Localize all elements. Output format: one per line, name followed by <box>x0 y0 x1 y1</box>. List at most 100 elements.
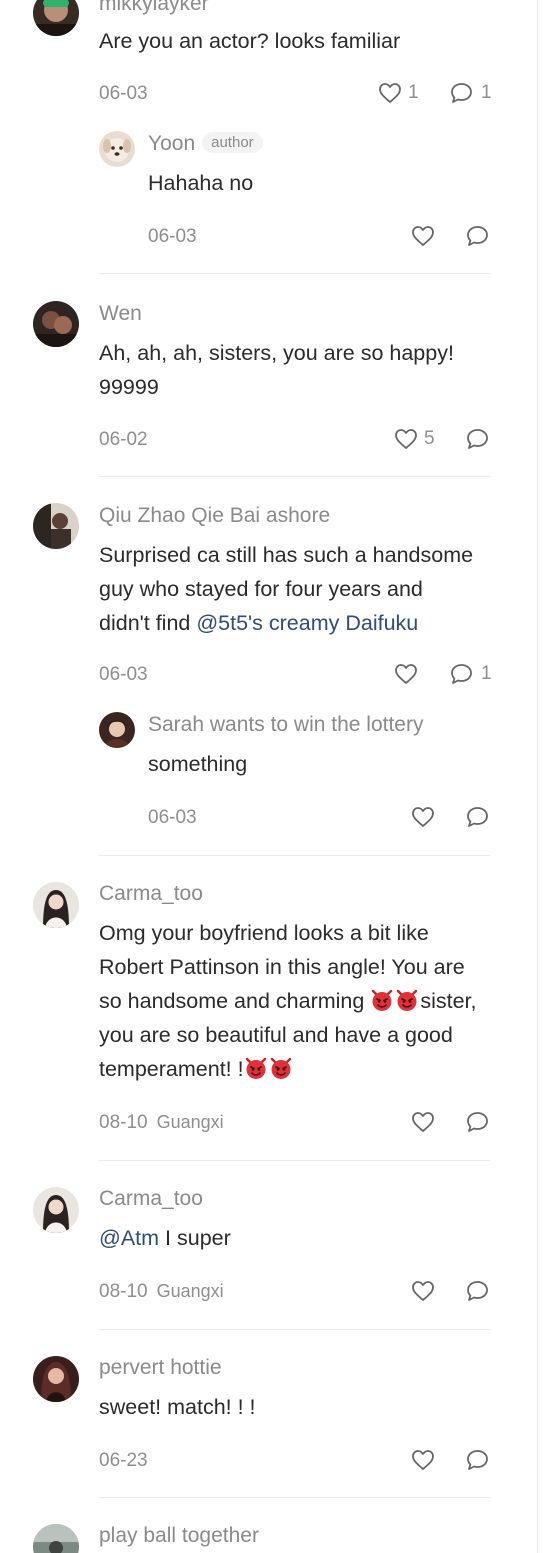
divider <box>99 1497 490 1498</box>
like-button[interactable]: 1 <box>378 82 419 104</box>
reply-count: 1 <box>481 82 492 103</box>
comment-date: 06-23 <box>99 1450 148 1472</box>
text-line: Surprised ca still has such a handsome <box>99 543 474 567</box>
comment-item: Carma_too @Atm I super 08-10 Guangxi <box>0 1176 540 1330</box>
comment-item: pervert hottie sweet! match! ! ! 06-23 <box>0 1345 540 1498</box>
like-button[interactable] <box>411 1449 435 1471</box>
text-line: temperament! ! <box>99 1052 519 1086</box>
reply-button[interactable] <box>466 225 489 247</box>
speech-bubble-outline-icon <box>467 1450 488 1470</box>
devil-face-emoji <box>270 1057 291 1079</box>
reply-item: Yoon author Hahaha no 06-03 <box>0 120 540 274</box>
text-line: 99999 <box>99 375 159 399</box>
text-line: guy who stayed for four years and <box>99 577 423 601</box>
date-text: 06-03 <box>148 807 197 828</box>
location-text: Guangxi <box>156 1281 224 1301</box>
reply-item: Sarah wants to win the lottery something… <box>0 702 540 857</box>
text-span: I super <box>159 1226 231 1250</box>
text-span: sister, <box>420 989 477 1013</box>
like-button[interactable]: 5 <box>394 428 435 450</box>
speech-bubble-outline-icon <box>467 1281 488 1301</box>
heart-outline-icon <box>412 807 434 827</box>
like-button[interactable] <box>411 1280 435 1302</box>
comment-item: mikkylayker Are you an actor? looks fami… <box>0 0 540 120</box>
mention-link[interactable]: @5t5's creamy Daifuku <box>196 611 418 635</box>
date-text: 06-02 <box>99 429 148 450</box>
speech-bubble-outline-icon <box>467 226 488 246</box>
reply-button[interactable]: 1 <box>450 663 492 685</box>
author-name[interactable]: Sarah wants to win the lottery <box>148 713 423 737</box>
comment-date: 08-10 Guangxi <box>99 1112 224 1134</box>
devil-face-emoji <box>397 989 418 1011</box>
like-button[interactable] <box>411 225 435 247</box>
avatar[interactable] <box>33 301 79 347</box>
comment-date: 06-03 <box>148 226 197 248</box>
reply-button[interactable] <box>466 1280 489 1302</box>
comment-text: Ah, ah, ah, sisters, you are so happy! 9… <box>99 336 519 404</box>
comment-text: something <box>148 752 248 776</box>
speech-bubble-outline-icon <box>467 807 488 827</box>
comment-date: 06-03 <box>148 807 197 829</box>
avatar[interactable] <box>33 1356 79 1402</box>
text-line: Omg your boyfriend looks a bit like <box>99 921 429 945</box>
heart-outline-icon <box>412 1450 434 1470</box>
comment-text: Hahaha no <box>148 171 254 195</box>
author-name[interactable]: Yoon author <box>148 132 263 156</box>
text-line: Ah, ah, ah, sisters, you are so happy! <box>99 341 454 365</box>
like-button[interactable] <box>411 1111 435 1133</box>
comment-item: Qiu Zhao Qie Bai ashore Surprised ca sti… <box>0 492 540 692</box>
like-button[interactable] <box>394 663 418 685</box>
like-count: 1 <box>408 82 419 103</box>
reply-button[interactable] <box>466 428 489 450</box>
heart-outline-icon <box>395 664 417 684</box>
author-name[interactable]: Carma_too <box>99 1187 203 1211</box>
heart-outline-icon <box>412 226 434 246</box>
location-text: Guangxi <box>156 1112 224 1132</box>
author-name[interactable]: Wen <box>99 302 142 326</box>
date-text: 06-03 <box>99 83 148 104</box>
reply-button[interactable] <box>466 1449 489 1471</box>
comment-text: Are you an actor? looks familiar <box>99 29 401 53</box>
text-line: so handsome and charming sister, <box>99 984 519 1018</box>
avatar[interactable] <box>33 503 79 549</box>
devil-face-emoji <box>245 1057 266 1079</box>
text-line: Robert Pattinson in this angle! You are <box>99 955 465 979</box>
devil-face-emoji <box>372 989 393 1011</box>
text-line: you are so beautiful and have a good <box>99 1023 453 1047</box>
comment-date: 06-03 <box>99 664 148 686</box>
avatar[interactable] <box>33 882 79 928</box>
heart-outline-icon <box>412 1281 434 1301</box>
author-name[interactable]: Carma_too <box>99 882 203 906</box>
comment-text: Surprised ca still has such a handsome g… <box>99 538 519 640</box>
speech-bubble-outline-icon <box>451 83 472 103</box>
author-name[interactable]: pervert hottie <box>99 1356 222 1380</box>
reply-button[interactable] <box>466 1111 489 1133</box>
divider <box>99 1329 490 1330</box>
comment-date: 06-02 <box>99 429 148 451</box>
comment-item: Wen Ah, ah, ah, sisters, you are so happ… <box>0 290 540 477</box>
avatar[interactable] <box>33 1524 79 1553</box>
author-name[interactable]: Qiu Zhao Qie Bai ashore <box>99 504 330 528</box>
like-count: 5 <box>424 428 435 449</box>
comment-text: sweet! match! ! ! <box>99 1395 256 1419</box>
avatar[interactable] <box>99 712 135 748</box>
comment-item: Carma_too Omg your boyfriend looks a bit… <box>0 871 540 1161</box>
date-text: 06-03 <box>148 226 197 247</box>
reply-button[interactable]: 1 <box>450 82 492 104</box>
reply-button[interactable] <box>466 806 489 828</box>
date-text: 08-10 <box>99 1281 148 1302</box>
author-name[interactable]: play ball together <box>99 1524 259 1548</box>
avatar[interactable] <box>33 1187 79 1233</box>
like-button[interactable] <box>411 806 435 828</box>
comment-date: 06-03 <box>99 83 148 105</box>
comment-text: @Atm I super <box>99 1221 499 1255</box>
comment-date: 08-10 Guangxi <box>99 1281 224 1303</box>
mention-link[interactable]: @Atm <box>99 1226 159 1250</box>
speech-bubble-outline-icon <box>467 1112 488 1132</box>
avatar[interactable] <box>99 131 135 167</box>
date-text: 06-03 <box>99 664 148 685</box>
text-line: didn't find @5t5's creamy Daifuku <box>99 606 519 640</box>
divider <box>99 855 490 856</box>
avatar[interactable] <box>33 0 79 36</box>
author-name[interactable]: mikkylayker <box>99 0 209 16</box>
